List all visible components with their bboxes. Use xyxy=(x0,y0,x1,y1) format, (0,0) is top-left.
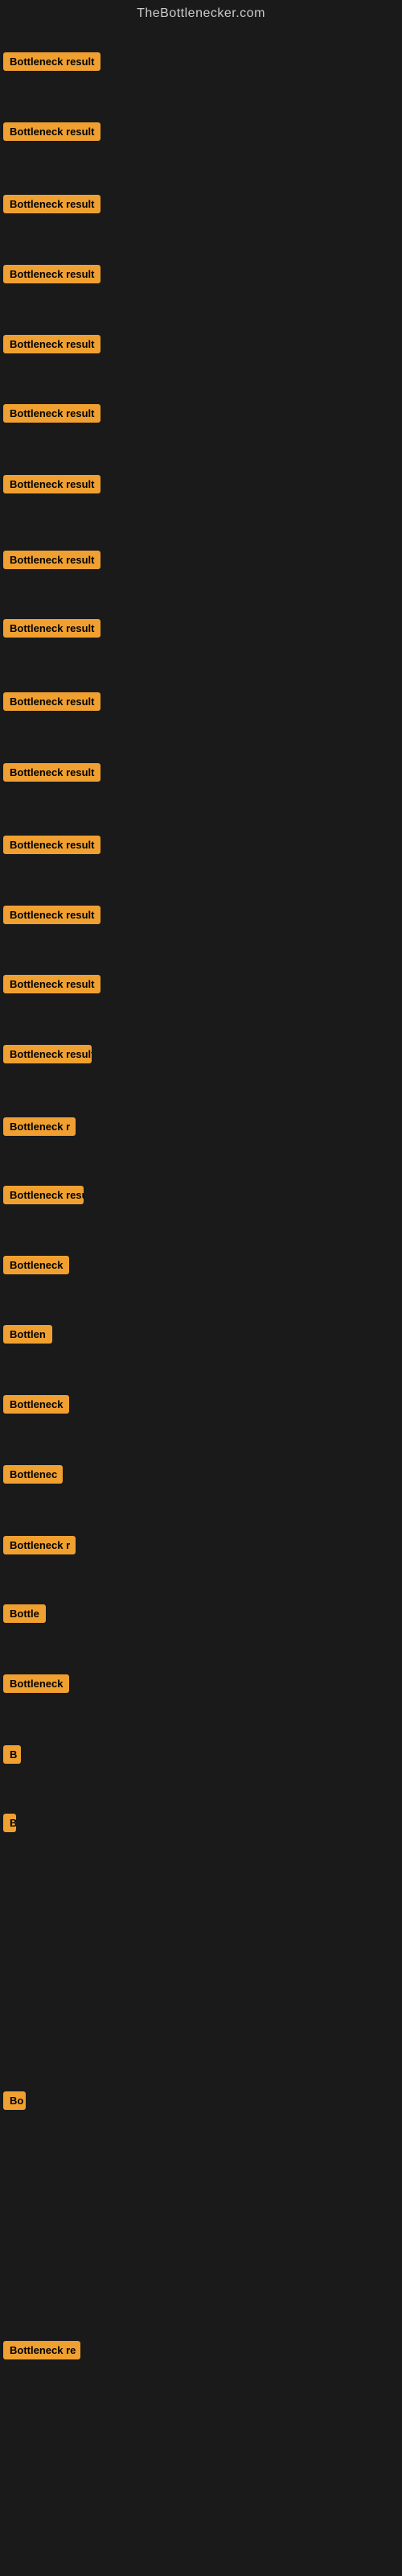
bottleneck-item: Bottleneck result xyxy=(3,975,100,997)
bottleneck-badge: Bottleneck result xyxy=(3,335,100,353)
bottleneck-item: Bottlen xyxy=(3,1325,52,1348)
bottleneck-item: Bottleneck result xyxy=(3,122,100,145)
bottleneck-item: Bottleneck xyxy=(3,1395,69,1418)
bottleneck-badge: Bottleneck r xyxy=(3,1117,76,1136)
bottleneck-item: Bottleneck result xyxy=(3,52,100,75)
bottleneck-item: Bottle xyxy=(3,1604,46,1627)
bottleneck-item: Bo xyxy=(3,2091,26,2114)
bottleneck-badge: Bottleneck xyxy=(3,1395,69,1414)
site-title: TheBottlenecker.com xyxy=(0,0,402,31)
bottleneck-badge: B xyxy=(3,1814,16,1832)
bottleneck-badge: B xyxy=(3,1745,21,1764)
bottleneck-badge: Bottleneck result xyxy=(3,692,100,711)
bottleneck-badge: Bottleneck result xyxy=(3,763,100,782)
bottleneck-badge: Bottleneck r xyxy=(3,1536,76,1554)
bottleneck-item: Bottleneck resu xyxy=(3,1186,84,1208)
bottleneck-badge: Bottleneck result xyxy=(3,404,100,423)
bottleneck-item: Bottleneck r xyxy=(3,1536,76,1558)
bottleneck-badge: Bottleneck result xyxy=(3,619,100,638)
bottleneck-badge: Bottleneck result xyxy=(3,551,100,569)
bottleneck-item: B xyxy=(3,1814,16,1836)
bottleneck-badge: Bottleneck result xyxy=(3,975,100,993)
bottleneck-badge: Bottleneck re xyxy=(3,2341,80,2359)
bottleneck-item: Bottleneck r xyxy=(3,1117,76,1140)
bottleneck-badge: Bottle xyxy=(3,1604,46,1623)
bottleneck-badge: Bottlenec xyxy=(3,1465,63,1484)
bottleneck-badge: Bottleneck result xyxy=(3,1045,92,1063)
bottleneck-badge: Bottleneck resu xyxy=(3,1186,84,1204)
bottleneck-badge: Bottlen xyxy=(3,1325,52,1344)
bottleneck-item: B xyxy=(3,1745,21,1768)
bottleneck-item: Bottleneck result xyxy=(3,763,100,786)
bottleneck-badge: Bottleneck xyxy=(3,1256,69,1274)
bottleneck-item: Bottleneck result xyxy=(3,265,100,287)
bottleneck-item: Bottlenec xyxy=(3,1465,63,1488)
bottleneck-badge: Bo xyxy=(3,2091,26,2110)
bottleneck-item: Bottleneck result xyxy=(3,335,100,357)
bottleneck-item: Bottleneck result xyxy=(3,836,100,858)
bottleneck-item: Bottleneck result xyxy=(3,404,100,427)
bottleneck-badge: Bottleneck result xyxy=(3,122,100,141)
bottleneck-badge: Bottleneck result xyxy=(3,265,100,283)
bottleneck-badge: Bottleneck result xyxy=(3,836,100,854)
bottleneck-badge: Bottleneck result xyxy=(3,475,100,493)
bottleneck-item: Bottleneck re xyxy=(3,2341,80,2363)
bottleneck-badge: Bottleneck result xyxy=(3,906,100,924)
bottleneck-badge: Bottleneck xyxy=(3,1674,69,1693)
bottleneck-item: Bottleneck result xyxy=(3,692,100,715)
bottleneck-item: Bottleneck result xyxy=(3,475,100,497)
bottleneck-item: Bottleneck result xyxy=(3,619,100,642)
bottleneck-item: Bottleneck xyxy=(3,1256,69,1278)
bottleneck-item: Bottleneck result xyxy=(3,906,100,928)
bottleneck-badge: Bottleneck result xyxy=(3,195,100,213)
bottleneck-item: Bottleneck result xyxy=(3,1045,92,1067)
bottleneck-item: Bottleneck result xyxy=(3,551,100,573)
bottleneck-badge: Bottleneck result xyxy=(3,52,100,71)
bottleneck-item: Bottleneck result xyxy=(3,195,100,217)
bottleneck-item: Bottleneck xyxy=(3,1674,69,1697)
